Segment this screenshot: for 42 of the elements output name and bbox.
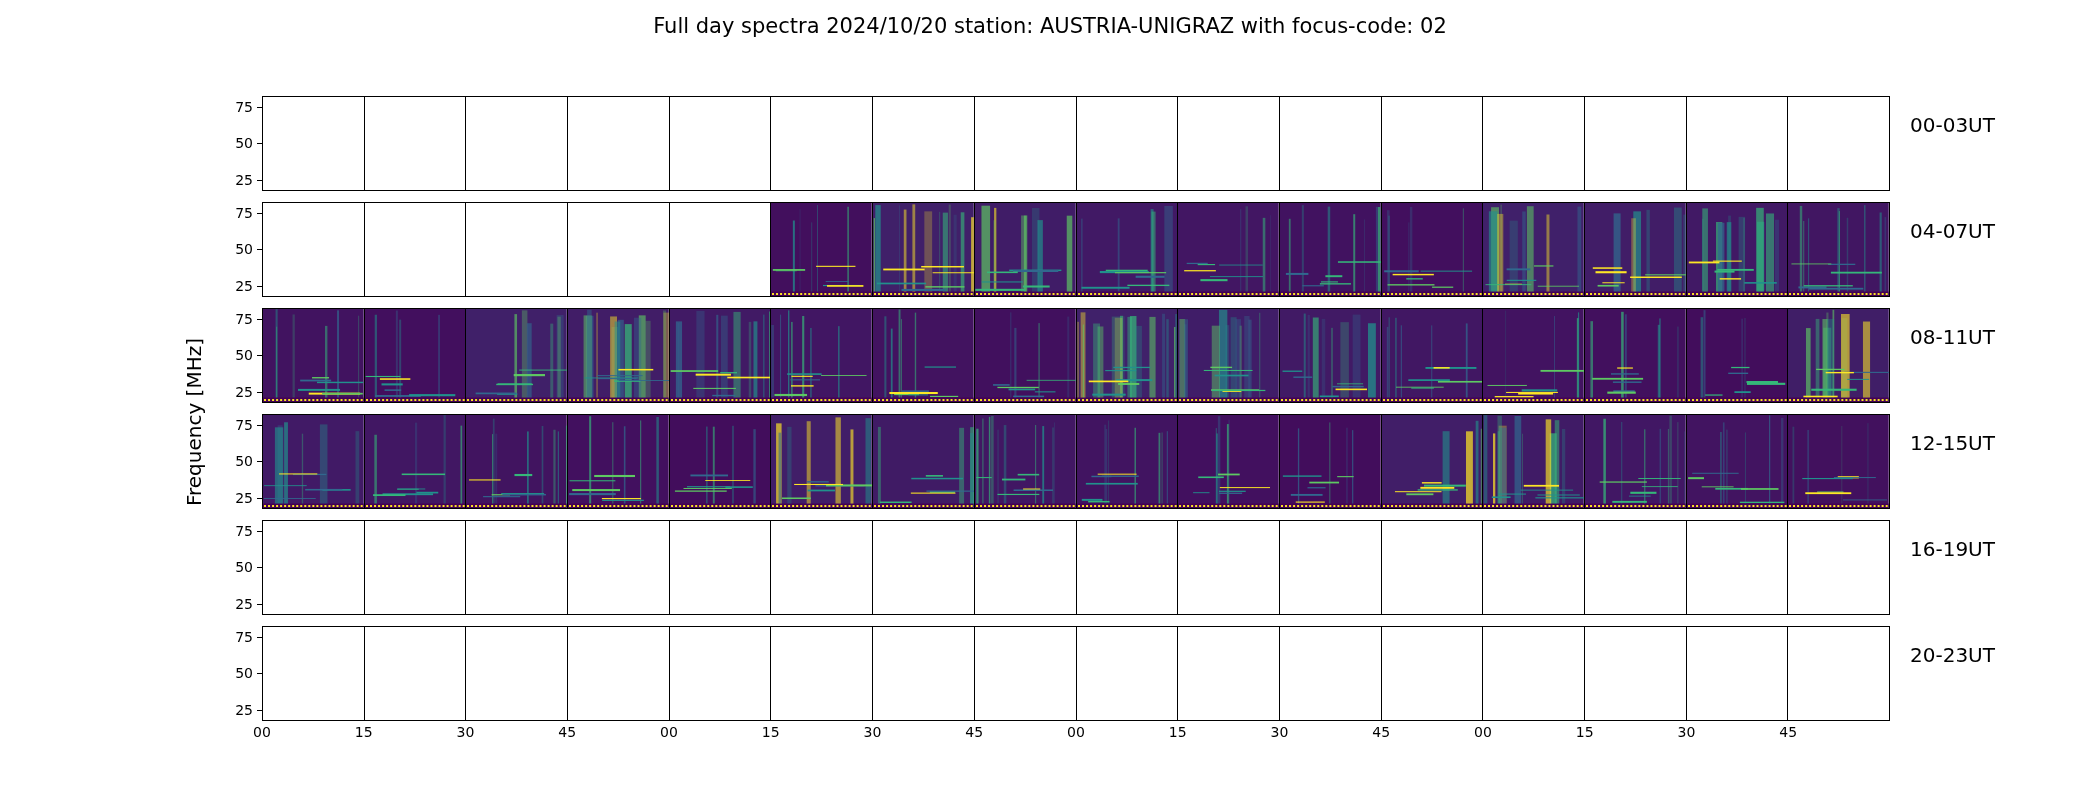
y-tick-label: 25: [235, 278, 253, 294]
x-tick-label: 45: [558, 724, 577, 740]
y-tick-label: 75: [235, 205, 253, 221]
x-tick-label: 15: [761, 724, 780, 740]
x-tick-label: 00: [1067, 724, 1085, 740]
y-tick-label: 25: [235, 172, 253, 188]
y-tick-label: 25: [235, 490, 253, 506]
x-tick-label: 30: [456, 724, 475, 740]
x-tick-label: 00: [253, 724, 271, 740]
y-tick-label: 50: [235, 135, 253, 151]
y-tick-label: 50: [235, 559, 253, 575]
row-time-label: 00-03UT: [1909, 112, 1995, 139]
row-time-label: 20-23UT: [1909, 642, 1995, 669]
row-time-label: 16-19UT: [1909, 536, 1995, 563]
y-tick-label: 50: [235, 347, 253, 363]
y-tick-label: 25: [235, 702, 253, 718]
x-tick-label: 30: [1677, 724, 1696, 740]
y-tick-label: 75: [235, 99, 253, 115]
x-tick-label: 15: [354, 724, 373, 740]
x-tick-label: 30: [1270, 724, 1289, 740]
row-time-label: 04-07UT: [1909, 218, 1995, 245]
x-tick-label: 45: [1779, 724, 1798, 740]
row-time-label: 08-11UT: [1909, 324, 1995, 351]
y-tick-label: 25: [235, 596, 253, 612]
row-time-label: 12-15UT: [1909, 430, 1995, 457]
x-tick-label: 30: [863, 724, 882, 740]
y-tick-label: 75: [235, 417, 253, 433]
x-tick-label: 15: [1575, 724, 1594, 740]
y-tick-label: 50: [235, 241, 253, 257]
y-tick-label: 50: [235, 665, 253, 681]
y-tick-label: 75: [235, 629, 253, 645]
x-tick-label: 45: [965, 724, 984, 740]
y-tick-label: 50: [235, 453, 253, 469]
figure-title: Full day spectra 2024/10/20 station: AUSTRIA-UNIGRAZ with focus-code: 02: [653, 14, 1447, 38]
x-tick-label: 45: [1372, 724, 1391, 740]
x-tick-label: 00: [1474, 724, 1492, 740]
y-tick-label: 75: [235, 311, 253, 327]
x-tick-label: 15: [1168, 724, 1187, 740]
y-tick-label: 25: [235, 384, 253, 400]
y-tick-label: 75: [235, 523, 253, 539]
y-axis-label: Frequency [MHz]: [182, 337, 206, 507]
x-tick-label: 00: [660, 724, 678, 740]
